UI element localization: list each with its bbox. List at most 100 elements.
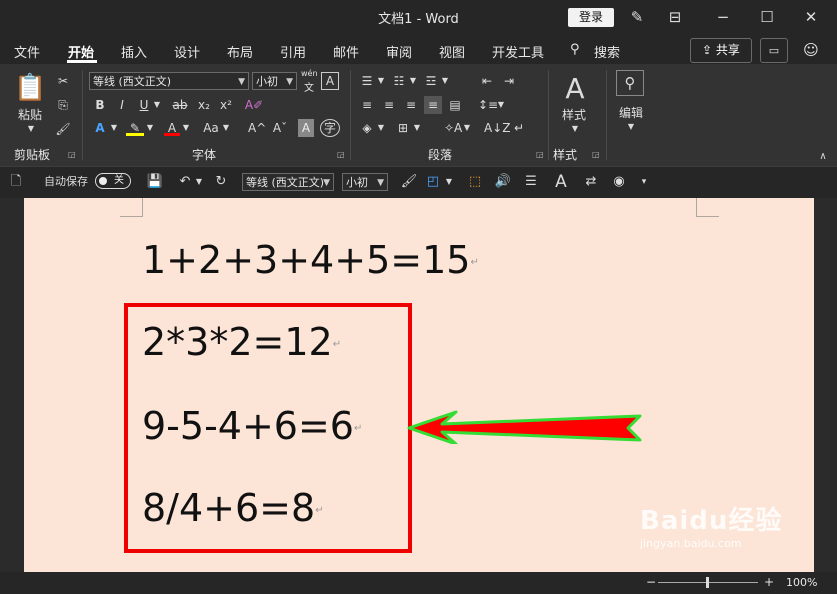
feedback-smile-icon[interactable]: ☺ bbox=[800, 39, 822, 61]
editing-dropdown-icon[interactable]: ▼ bbox=[626, 118, 636, 136]
pen-icon[interactable]: ✎ bbox=[626, 6, 648, 28]
phonetic-guide-bottom[interactable]: 文 bbox=[304, 79, 314, 94]
customize-qat-icon[interactable]: ▾ bbox=[638, 173, 650, 191]
format-painter-icon[interactable]: 🖌 bbox=[54, 120, 72, 138]
paragraph-launcher-icon[interactable]: ◲ bbox=[536, 150, 544, 159]
zoom-in-button[interactable]: + bbox=[764, 575, 774, 589]
show-hide-marks-icon[interactable]: ↵ bbox=[510, 119, 528, 137]
word-count-icon[interactable]: ☰ bbox=[522, 173, 540, 191]
login-button[interactable]: 登录 bbox=[568, 8, 614, 27]
highlight-dropdown-icon[interactable]: ▼ bbox=[146, 119, 154, 137]
text-style-icon[interactable]: A bbox=[552, 173, 570, 191]
tab-home[interactable]: 开始 bbox=[68, 42, 94, 61]
character-border-icon[interactable]: A bbox=[321, 72, 339, 90]
copy-icon[interactable]: ⎘ bbox=[54, 96, 72, 114]
sort-icon[interactable]: A↓Z bbox=[484, 119, 510, 137]
borders-icon[interactable]: ⊞ bbox=[394, 119, 412, 137]
font-color-dropdown-icon[interactable]: ▼ bbox=[182, 119, 190, 137]
font-launcher-icon[interactable]: ◲ bbox=[337, 150, 345, 159]
numbering-dropdown-icon[interactable]: ▼ bbox=[409, 72, 417, 90]
zoom-out-button[interactable]: − bbox=[646, 575, 656, 589]
line-spacing-dropdown-icon[interactable]: ▼ bbox=[497, 96, 505, 114]
numbering-icon[interactable]: ☷ bbox=[390, 72, 408, 90]
grow-font-icon[interactable]: A^ bbox=[248, 119, 266, 137]
share-button[interactable]: ⇪ 共享 bbox=[690, 38, 752, 63]
tab-layout[interactable]: 布局 bbox=[227, 42, 253, 61]
align-left-icon[interactable]: ≡ bbox=[358, 96, 376, 114]
find-search-icon[interactable]: ⚲ bbox=[616, 70, 644, 96]
record-macro-icon[interactable]: ◉ bbox=[610, 173, 628, 191]
replace-icon[interactable]: ⇄ bbox=[582, 173, 600, 191]
paste-icon[interactable]: 📋 bbox=[14, 72, 46, 104]
ribbon-display-options-icon[interactable]: ⊟ bbox=[664, 6, 686, 28]
autosave-toggle[interactable]: 关 bbox=[95, 173, 131, 189]
tab-references[interactable]: 引用 bbox=[280, 42, 306, 61]
comment-button[interactable]: ▭ bbox=[760, 38, 788, 63]
italic-icon[interactable]: I bbox=[114, 96, 130, 114]
decrease-indent-icon[interactable]: ⇤ bbox=[478, 72, 496, 90]
change-case-dropdown-icon[interactable]: ▼ bbox=[222, 119, 230, 137]
zoom-slider-thumb[interactable] bbox=[706, 577, 709, 588]
underline-dropdown-icon[interactable]: ▼ bbox=[152, 96, 162, 114]
line-spacing-icon[interactable]: ↕≡ bbox=[478, 96, 498, 114]
styles-launcher-icon[interactable]: ◲ bbox=[592, 150, 600, 159]
undo-icon[interactable]: ↶ bbox=[176, 173, 194, 191]
underline-icon[interactable]: U bbox=[136, 96, 152, 114]
text-effects-icon[interactable]: A bbox=[92, 119, 108, 137]
redo-icon[interactable]: ↻ bbox=[212, 173, 230, 191]
character-shading-icon[interactable]: A bbox=[298, 119, 314, 137]
close-icon[interactable]: ✕ bbox=[800, 6, 822, 28]
clear-formatting-icon[interactable]: A✐ bbox=[244, 96, 264, 114]
align-center-icon[interactable]: ≡ bbox=[380, 96, 398, 114]
multilevel-list-dropdown-icon[interactable]: ▼ bbox=[441, 72, 449, 90]
increase-indent-icon[interactable]: ⇥ bbox=[500, 72, 518, 90]
new-document-icon[interactable]: 🗋 bbox=[8, 173, 24, 191]
highlight-color-icon[interactable]: ✎ bbox=[126, 119, 144, 136]
phonetic-guide-top[interactable]: wén bbox=[301, 69, 318, 78]
read-aloud-icon[interactable]: 🔊 bbox=[494, 173, 512, 191]
undo-dropdown-icon[interactable]: ▼ bbox=[194, 173, 204, 191]
text-effects-dropdown-icon[interactable]: ▼ bbox=[110, 119, 118, 137]
qat-font-name-combo[interactable]: 等线 (西文正文) ▼ bbox=[242, 173, 334, 191]
save-icon[interactable]: 💾 bbox=[146, 173, 164, 191]
clipboard-launcher-icon[interactable]: ◲ bbox=[68, 150, 76, 159]
tab-mailings[interactable]: 邮件 bbox=[333, 42, 359, 61]
zoom-level[interactable]: 100% bbox=[786, 576, 817, 589]
asian-layout-dropdown-icon[interactable]: ▼ bbox=[463, 119, 471, 137]
align-right-icon[interactable]: ≡ bbox=[402, 96, 420, 114]
font-name-combo[interactable]: 等线 (西文正文) ▼ bbox=[89, 72, 249, 90]
distributed-icon[interactable]: ▤ bbox=[446, 96, 464, 114]
tab-file[interactable]: 文件 bbox=[14, 42, 40, 61]
shrink-font-icon[interactable]: Aˇ bbox=[272, 119, 288, 137]
asian-layout-icon[interactable]: ✧A bbox=[444, 119, 462, 137]
collapse-ribbon-icon[interactable]: ∧ bbox=[816, 148, 830, 166]
justify-icon[interactable]: ≡ bbox=[424, 96, 442, 114]
bold-icon[interactable]: B bbox=[92, 96, 108, 114]
styles-icon[interactable]: A bbox=[558, 72, 592, 106]
styles-dropdown-icon[interactable]: ▼ bbox=[570, 120, 580, 138]
qat-font-size-combo[interactable]: 小初 ▼ bbox=[342, 173, 388, 191]
select-objects-icon[interactable]: ⬚ bbox=[466, 173, 484, 191]
bullets-dropdown-icon[interactable]: ▼ bbox=[377, 72, 385, 90]
shapes-dropdown-icon[interactable]: ▼ bbox=[444, 173, 454, 191]
multilevel-list-icon[interactable]: ☲ bbox=[422, 72, 440, 90]
shapes-icon[interactable]: ◰ bbox=[424, 173, 442, 191]
search-icon[interactable]: ⚲ bbox=[570, 42, 580, 57]
subscript-icon[interactable]: x₂ bbox=[196, 96, 212, 114]
strikethrough-icon[interactable]: ab bbox=[170, 96, 190, 114]
tab-view[interactable]: 视图 bbox=[439, 42, 465, 61]
maximize-icon[interactable]: ☐ bbox=[756, 6, 778, 28]
paste-dropdown-icon[interactable]: ▼ bbox=[24, 120, 38, 138]
shading-icon[interactable]: ◈ bbox=[358, 119, 376, 137]
superscript-icon[interactable]: x² bbox=[218, 96, 234, 114]
tab-insert[interactable]: 插入 bbox=[121, 42, 147, 61]
change-case-icon[interactable]: Aa bbox=[200, 119, 222, 137]
format-painter-icon[interactable]: 🖌 bbox=[400, 173, 418, 191]
minimize-icon[interactable]: − bbox=[712, 6, 734, 28]
tab-review[interactable]: 审阅 bbox=[386, 42, 412, 61]
tab-design[interactable]: 设计 bbox=[174, 42, 200, 61]
tab-developer[interactable]: 开发工具 bbox=[492, 42, 544, 61]
enclose-characters-icon[interactable]: 字 bbox=[320, 119, 340, 137]
shading-dropdown-icon[interactable]: ▼ bbox=[377, 119, 385, 137]
bullets-icon[interactable]: ☰ bbox=[358, 72, 376, 90]
